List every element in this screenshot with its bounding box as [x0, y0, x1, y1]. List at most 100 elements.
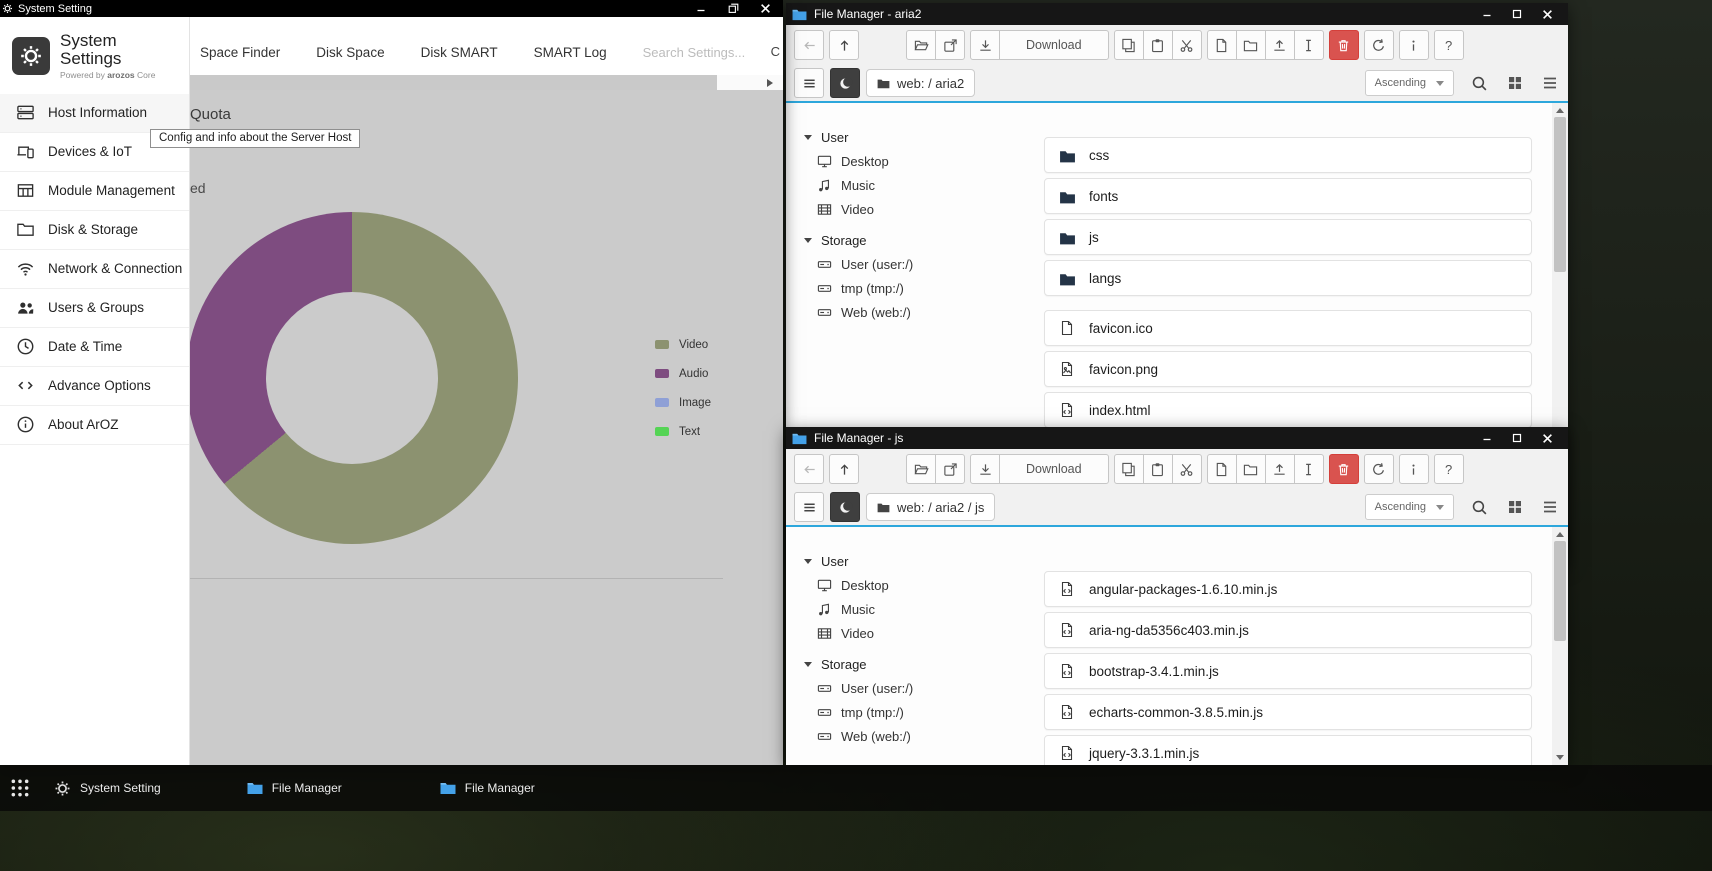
upload-button[interactable]	[1265, 454, 1295, 484]
help-button[interactable]: ?	[1434, 30, 1464, 60]
horizontal-scrollbar-thumb[interactable]	[190, 75, 717, 90]
close-button[interactable]	[1532, 3, 1562, 25]
open-in-new-button[interactable]	[935, 30, 965, 60]
rename-button[interactable]	[1294, 454, 1324, 484]
list-view-button[interactable]	[1540, 497, 1560, 517]
tree-item-user-drive[interactable]: User (user:/)	[804, 252, 1044, 276]
search-button[interactable]	[1469, 73, 1490, 94]
menu-button[interactable]	[794, 492, 824, 522]
maximize-button[interactable]	[1502, 427, 1532, 449]
fm-titlebar[interactable]: File Manager - aria2	[786, 3, 1568, 25]
menu-button[interactable]	[794, 68, 824, 98]
tree-item-video[interactable]: Video	[804, 197, 1044, 221]
refresh-button[interactable]	[1364, 30, 1394, 60]
file-item-folder[interactable]: langs	[1044, 260, 1532, 296]
sidebar-item-disk-storage[interactable]: Disk & Storage	[0, 211, 189, 250]
search-button[interactable]	[1469, 497, 1490, 518]
open-in-new-button[interactable]	[935, 454, 965, 484]
copy-icon[interactable]	[1114, 30, 1144, 60]
paste-icon[interactable]	[1143, 454, 1173, 484]
taskbar-item-system-setting[interactable]: System Setting	[54, 780, 161, 797]
breadcrumb[interactable]: web: / aria2	[866, 69, 975, 97]
new-file-button[interactable]	[1207, 454, 1237, 484]
system-setting-titlebar[interactable]: System Setting	[0, 0, 783, 17]
minimize-button[interactable]	[685, 0, 717, 17]
sidebar-item-about-aroz[interactable]: About ArOZ	[0, 406, 189, 445]
file-item-folder[interactable]: css	[1044, 137, 1532, 173]
restore-button[interactable]	[717, 0, 749, 17]
rename-button[interactable]	[1294, 30, 1324, 60]
back-button[interactable]	[794, 30, 824, 60]
info-button[interactable]	[1399, 30, 1429, 60]
sort-select[interactable]: Ascending	[1365, 70, 1454, 96]
tree-root-user[interactable]: User	[804, 549, 1044, 573]
minimize-button[interactable]	[1472, 427, 1502, 449]
file-item-code[interactable]: bootstrap-3.4.1.min.js	[1044, 653, 1532, 689]
taskbar-item-file-manager-1[interactable]: File Manager	[247, 781, 342, 795]
tree-root-user[interactable]: User	[804, 125, 1044, 149]
sort-select[interactable]: Ascending	[1365, 494, 1454, 520]
sidebar-item-date-time[interactable]: Date & Time	[0, 328, 189, 367]
up-button[interactable]	[829, 454, 859, 484]
grid-view-button[interactable]	[1505, 73, 1525, 93]
sidebar-item-advance-options[interactable]: Advance Options	[0, 367, 189, 406]
app-launcher-button[interactable]	[10, 778, 30, 798]
new-folder-button[interactable]	[1236, 30, 1266, 60]
tab-disk-space[interactable]: Disk Space	[302, 45, 398, 60]
darkmode-button[interactable]	[830, 68, 860, 98]
cut-icon[interactable]	[1172, 30, 1202, 60]
file-item-code[interactable]: angular-packages-1.6.10.min.js	[1044, 571, 1532, 607]
sidebar-item-network-connection[interactable]: Network & Connection	[0, 250, 189, 289]
tree-item-video[interactable]: Video	[804, 621, 1044, 645]
tree-root-storage[interactable]: Storage	[804, 228, 1044, 252]
sidebar-item-host-information[interactable]: Host Information	[0, 94, 189, 133]
tree-item-web-drive[interactable]: Web (web:/)	[804, 300, 1044, 324]
help-button[interactable]: ?	[1434, 454, 1464, 484]
delete-button[interactable]	[1329, 30, 1359, 60]
file-item-code[interactable]: jquery-3.3.1.min.js	[1044, 735, 1532, 765]
delete-button[interactable]	[1329, 454, 1359, 484]
sidebar-item-module-management[interactable]: Module Management	[0, 172, 189, 211]
settings-search-input[interactable]	[643, 45, 755, 60]
darkmode-button[interactable]	[830, 492, 860, 522]
file-item-code[interactable]: echarts-common-3.8.5.min.js	[1044, 694, 1532, 730]
scroll-up-arrow-icon[interactable]	[1556, 108, 1564, 113]
tree-item-tmp-drive[interactable]: tmp (tmp:/)	[804, 700, 1044, 724]
file-item-file[interactable]: favicon.ico	[1044, 310, 1532, 346]
tab-smart-log[interactable]: SMART Log	[520, 45, 621, 60]
tree-item-user-drive[interactable]: User (user:/)	[804, 676, 1044, 700]
back-button[interactable]	[794, 454, 824, 484]
file-item-folder[interactable]: fonts	[1044, 178, 1532, 214]
new-file-button[interactable]	[1207, 30, 1237, 60]
close-button[interactable]	[749, 0, 781, 17]
download-icon-button[interactable]	[970, 454, 1000, 484]
tree-item-tmp-drive[interactable]: tmp (tmp:/)	[804, 276, 1044, 300]
open-folder-button[interactable]	[906, 454, 936, 484]
tree-item-desktop[interactable]: Desktop	[804, 573, 1044, 597]
tab-disk-smart[interactable]: Disk SMART	[407, 45, 512, 60]
vertical-scrollbar-thumb[interactable]	[1554, 117, 1566, 272]
sidebar-item-users-groups[interactable]: Users & Groups	[0, 289, 189, 328]
fm-titlebar[interactable]: File Manager - js	[786, 427, 1568, 449]
tree-item-desktop[interactable]: Desktop	[804, 149, 1044, 173]
scroll-down-arrow-icon[interactable]	[1556, 755, 1564, 760]
up-button[interactable]	[829, 30, 859, 60]
list-view-button[interactable]	[1540, 73, 1560, 93]
tab-space-finder[interactable]: Space Finder	[186, 45, 294, 60]
paste-icon[interactable]	[1143, 30, 1173, 60]
download-button[interactable]: Download	[999, 454, 1109, 484]
tree-item-music[interactable]: Music	[804, 173, 1044, 197]
breadcrumb[interactable]: web: / aria2 / js	[866, 493, 995, 521]
tree-item-web-drive[interactable]: Web (web:/)	[804, 724, 1044, 748]
grid-view-button[interactable]	[1505, 497, 1525, 517]
vertical-scrollbar[interactable]	[1552, 527, 1568, 765]
taskbar-item-file-manager-2[interactable]: File Manager	[440, 781, 535, 795]
horizontal-scrollbar[interactable]	[190, 75, 783, 90]
upload-button[interactable]	[1265, 30, 1295, 60]
tree-root-storage[interactable]: Storage	[804, 652, 1044, 676]
download-button[interactable]: Download	[999, 30, 1109, 60]
open-folder-button[interactable]	[906, 30, 936, 60]
maximize-button[interactable]	[1502, 3, 1532, 25]
file-item-folder[interactable]: js	[1044, 219, 1532, 255]
minimize-button[interactable]	[1472, 3, 1502, 25]
